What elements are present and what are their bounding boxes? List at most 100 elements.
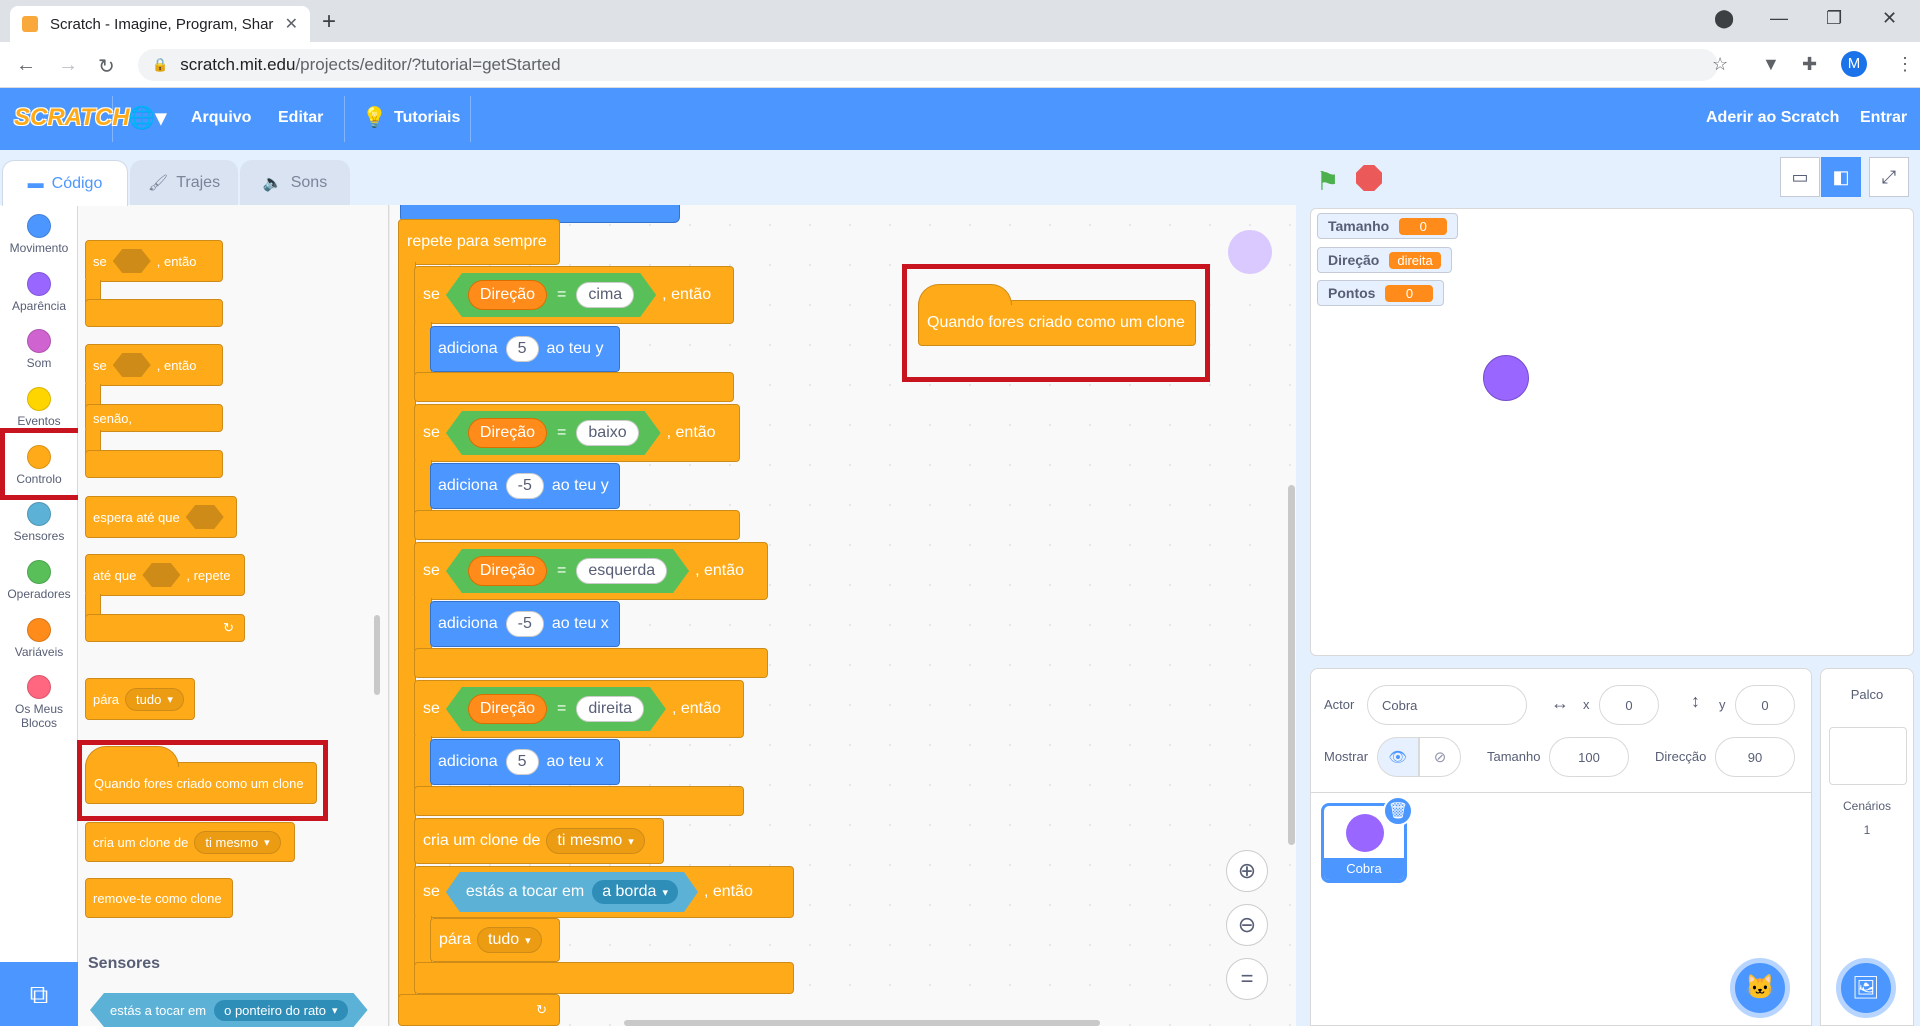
stage-sprite-cobra[interactable] xyxy=(1483,355,1529,401)
join-scratch-link[interactable]: Aderir ao Scratch xyxy=(1706,109,1839,127)
add-extension-button[interactable]: ⧉ xyxy=(0,962,78,1026)
palette-wait-until-block[interactable]: espera até que xyxy=(85,496,237,538)
x-field[interactable]: 0 xyxy=(1599,685,1659,725)
number-input[interactable]: -5 xyxy=(505,473,544,499)
clone-dropdown[interactable]: ti mesmo xyxy=(546,828,645,854)
size-field[interactable]: 100 xyxy=(1549,737,1629,777)
stop-block[interactable]: pára tudo xyxy=(430,918,560,962)
small-stage-button[interactable]: ▭ xyxy=(1780,157,1820,197)
stage-canvas[interactable]: Tamanho 0 Direção direita Pontos 0 xyxy=(1310,208,1914,656)
normal-stage-button[interactable]: ◧ xyxy=(1821,157,1861,197)
browser-tab[interactable]: Scratch - Imagine, Program, Shar ✕ xyxy=(10,6,310,42)
sign-in-link[interactable]: Entrar xyxy=(1860,109,1907,127)
create-clone-block[interactable]: cria um clone de ti mesmo xyxy=(414,818,664,864)
direction-variable-reporter[interactable]: Direção xyxy=(468,280,547,310)
menu-edit[interactable]: Editar xyxy=(278,109,323,127)
stop-dropdown[interactable]: tudo xyxy=(477,927,542,953)
avatar[interactable]: M xyxy=(1841,51,1867,77)
category-variables[interactable]: Variáveis xyxy=(0,618,78,659)
compare-value-field[interactable]: direita xyxy=(576,696,644,722)
delete-sprite-icon[interactable]: 🗑 xyxy=(1383,796,1413,826)
tab-costumes[interactable]: 🖌 Trajes xyxy=(130,160,238,206)
number-input[interactable]: 5 xyxy=(505,336,539,362)
direction-field[interactable]: 90 xyxy=(1715,737,1795,777)
reload-icon[interactable]: ↻ xyxy=(98,54,115,79)
compare-value-field[interactable]: baixo xyxy=(576,420,638,446)
palette-stop-block[interactable]: pára tudo xyxy=(85,678,195,720)
show-hidden-icon[interactable]: ⊘ xyxy=(1419,737,1461,777)
stop-dropdown[interactable]: tudo xyxy=(125,687,184,711)
category-sound[interactable]: Som xyxy=(0,329,78,370)
zoom-reset-button[interactable]: = xyxy=(1226,958,1268,1000)
new-tab-icon[interactable]: + xyxy=(322,8,336,36)
show-visible-icon[interactable]: 👁 xyxy=(1377,737,1419,777)
tab-code[interactable]: ▬ Código xyxy=(2,160,128,206)
category-sensing[interactable]: Sensores xyxy=(0,502,78,543)
tab-sounds[interactable]: 🔈 Sons xyxy=(240,160,350,206)
zoom-out-button[interactable]: ⊖ xyxy=(1226,904,1268,946)
category-looks[interactable]: Aparência xyxy=(0,272,78,313)
equals-operator: Direção = esquerda xyxy=(446,549,689,593)
lightbulb-icon[interactable]: 💡 xyxy=(362,105,387,130)
add-backdrop-button[interactable]: 🖼 xyxy=(1836,958,1896,1018)
minimize-icon[interactable]: — xyxy=(1770,8,1788,29)
close-tab-icon[interactable]: ✕ xyxy=(285,14,298,34)
stage-thumbnail[interactable] xyxy=(1829,727,1907,785)
category-operators[interactable]: Operadores xyxy=(0,560,78,601)
highlight-box-palette-clone-hat xyxy=(77,740,328,821)
menu-file[interactable]: Arquivo xyxy=(191,109,251,127)
palette-touching-block[interactable]: estás a tocar em o ponteiro do rato xyxy=(84,990,374,1030)
add-sprite-button[interactable]: 🐱 xyxy=(1730,958,1790,1018)
extension-icon[interactable]: ▼ xyxy=(1762,54,1780,75)
clone-dropdown[interactable]: ti mesmo xyxy=(194,830,281,854)
palette-if-else-block[interactable]: se , então xyxy=(85,344,223,386)
bookmark-star-icon[interactable]: ☆ xyxy=(1712,54,1728,75)
change-x-block[interactable]: adiciona -5 ao teu x xyxy=(430,601,620,647)
category-motion[interactable]: Movimento xyxy=(0,214,78,255)
if-direction-down-block[interactable]: se Direção = baixo , então xyxy=(414,404,740,462)
kebab-menu-icon[interactable]: ⋮ xyxy=(1896,54,1914,75)
workspace-vertical-scrollbar[interactable] xyxy=(1288,485,1295,845)
sprite-name-field[interactable]: Cobra xyxy=(1367,685,1527,725)
palette-if-block[interactable]: se , então xyxy=(85,240,223,282)
green-flag-icon[interactable]: ⚑ xyxy=(1316,166,1339,197)
number-input[interactable]: 5 xyxy=(505,749,539,775)
puzzle-icon[interactable]: ✚ xyxy=(1802,54,1817,75)
if-touching-edge-block[interactable]: se estás a tocar em a borda , então xyxy=(414,866,794,918)
category-my-blocks[interactable]: Os Meus Blocos xyxy=(0,675,78,730)
compare-value-field[interactable]: cima xyxy=(576,282,634,308)
fullscreen-icon[interactable]: ⤢ xyxy=(1869,157,1909,197)
profile-menu-icon[interactable]: ⬤ xyxy=(1714,8,1734,29)
direction-variable-reporter[interactable]: Direção xyxy=(468,694,547,724)
change-y-block[interactable]: adiciona -5 ao teu y xyxy=(430,463,620,509)
touching-dropdown[interactable]: a borda xyxy=(592,880,678,904)
compare-value-field[interactable]: esquerda xyxy=(576,558,667,584)
palette-scrollbar[interactable] xyxy=(374,615,380,695)
globe-icon[interactable]: 🌐▾ xyxy=(128,105,166,131)
category-label: Movimento xyxy=(9,241,69,255)
change-y-block[interactable]: adiciona 5 ao teu y xyxy=(430,326,620,372)
direction-variable-reporter[interactable]: Direção xyxy=(468,556,547,586)
palette-repeat-until-block[interactable]: até que , repete xyxy=(85,554,245,596)
number-input[interactable]: -5 xyxy=(505,611,544,637)
palette-create-clone-block[interactable]: cria um clone de ti mesmo xyxy=(85,822,295,862)
menu-tutorials[interactable]: Tutoriais xyxy=(394,109,460,127)
back-icon[interactable]: ← xyxy=(16,54,36,77)
direction-variable-reporter[interactable]: Direção xyxy=(468,418,547,448)
forever-block[interactable]: repete para sempre xyxy=(398,219,560,265)
if-direction-up-block[interactable]: se Direção = cima , então xyxy=(414,266,734,324)
touching-dropdown[interactable]: o ponteiro do rato xyxy=(214,1000,347,1021)
close-window-icon[interactable]: ✕ xyxy=(1882,8,1897,29)
zoom-in-button[interactable]: ⊕ xyxy=(1226,850,1268,892)
maximize-icon[interactable]: ❐ xyxy=(1826,8,1842,29)
y-field[interactable]: 0 xyxy=(1735,685,1795,725)
category-events[interactable]: Eventos xyxy=(0,387,78,428)
url-field[interactable]: 🔒 scratch.mit.edu/projects/editor/?tutor… xyxy=(138,49,1718,81)
change-x-block[interactable]: adiciona 5 ao teu x xyxy=(430,739,620,785)
if-direction-right-block[interactable]: se Direção = direita , então xyxy=(414,680,744,738)
if-direction-left-block[interactable]: se Direção = esquerda , então xyxy=(414,542,768,600)
stop-sign-icon[interactable] xyxy=(1356,165,1382,191)
workspace-horizontal-scrollbar[interactable] xyxy=(624,1020,1100,1026)
forward-icon[interactable]: → xyxy=(58,54,78,77)
palette-delete-clone-block[interactable]: remove-te como clone xyxy=(85,878,233,918)
